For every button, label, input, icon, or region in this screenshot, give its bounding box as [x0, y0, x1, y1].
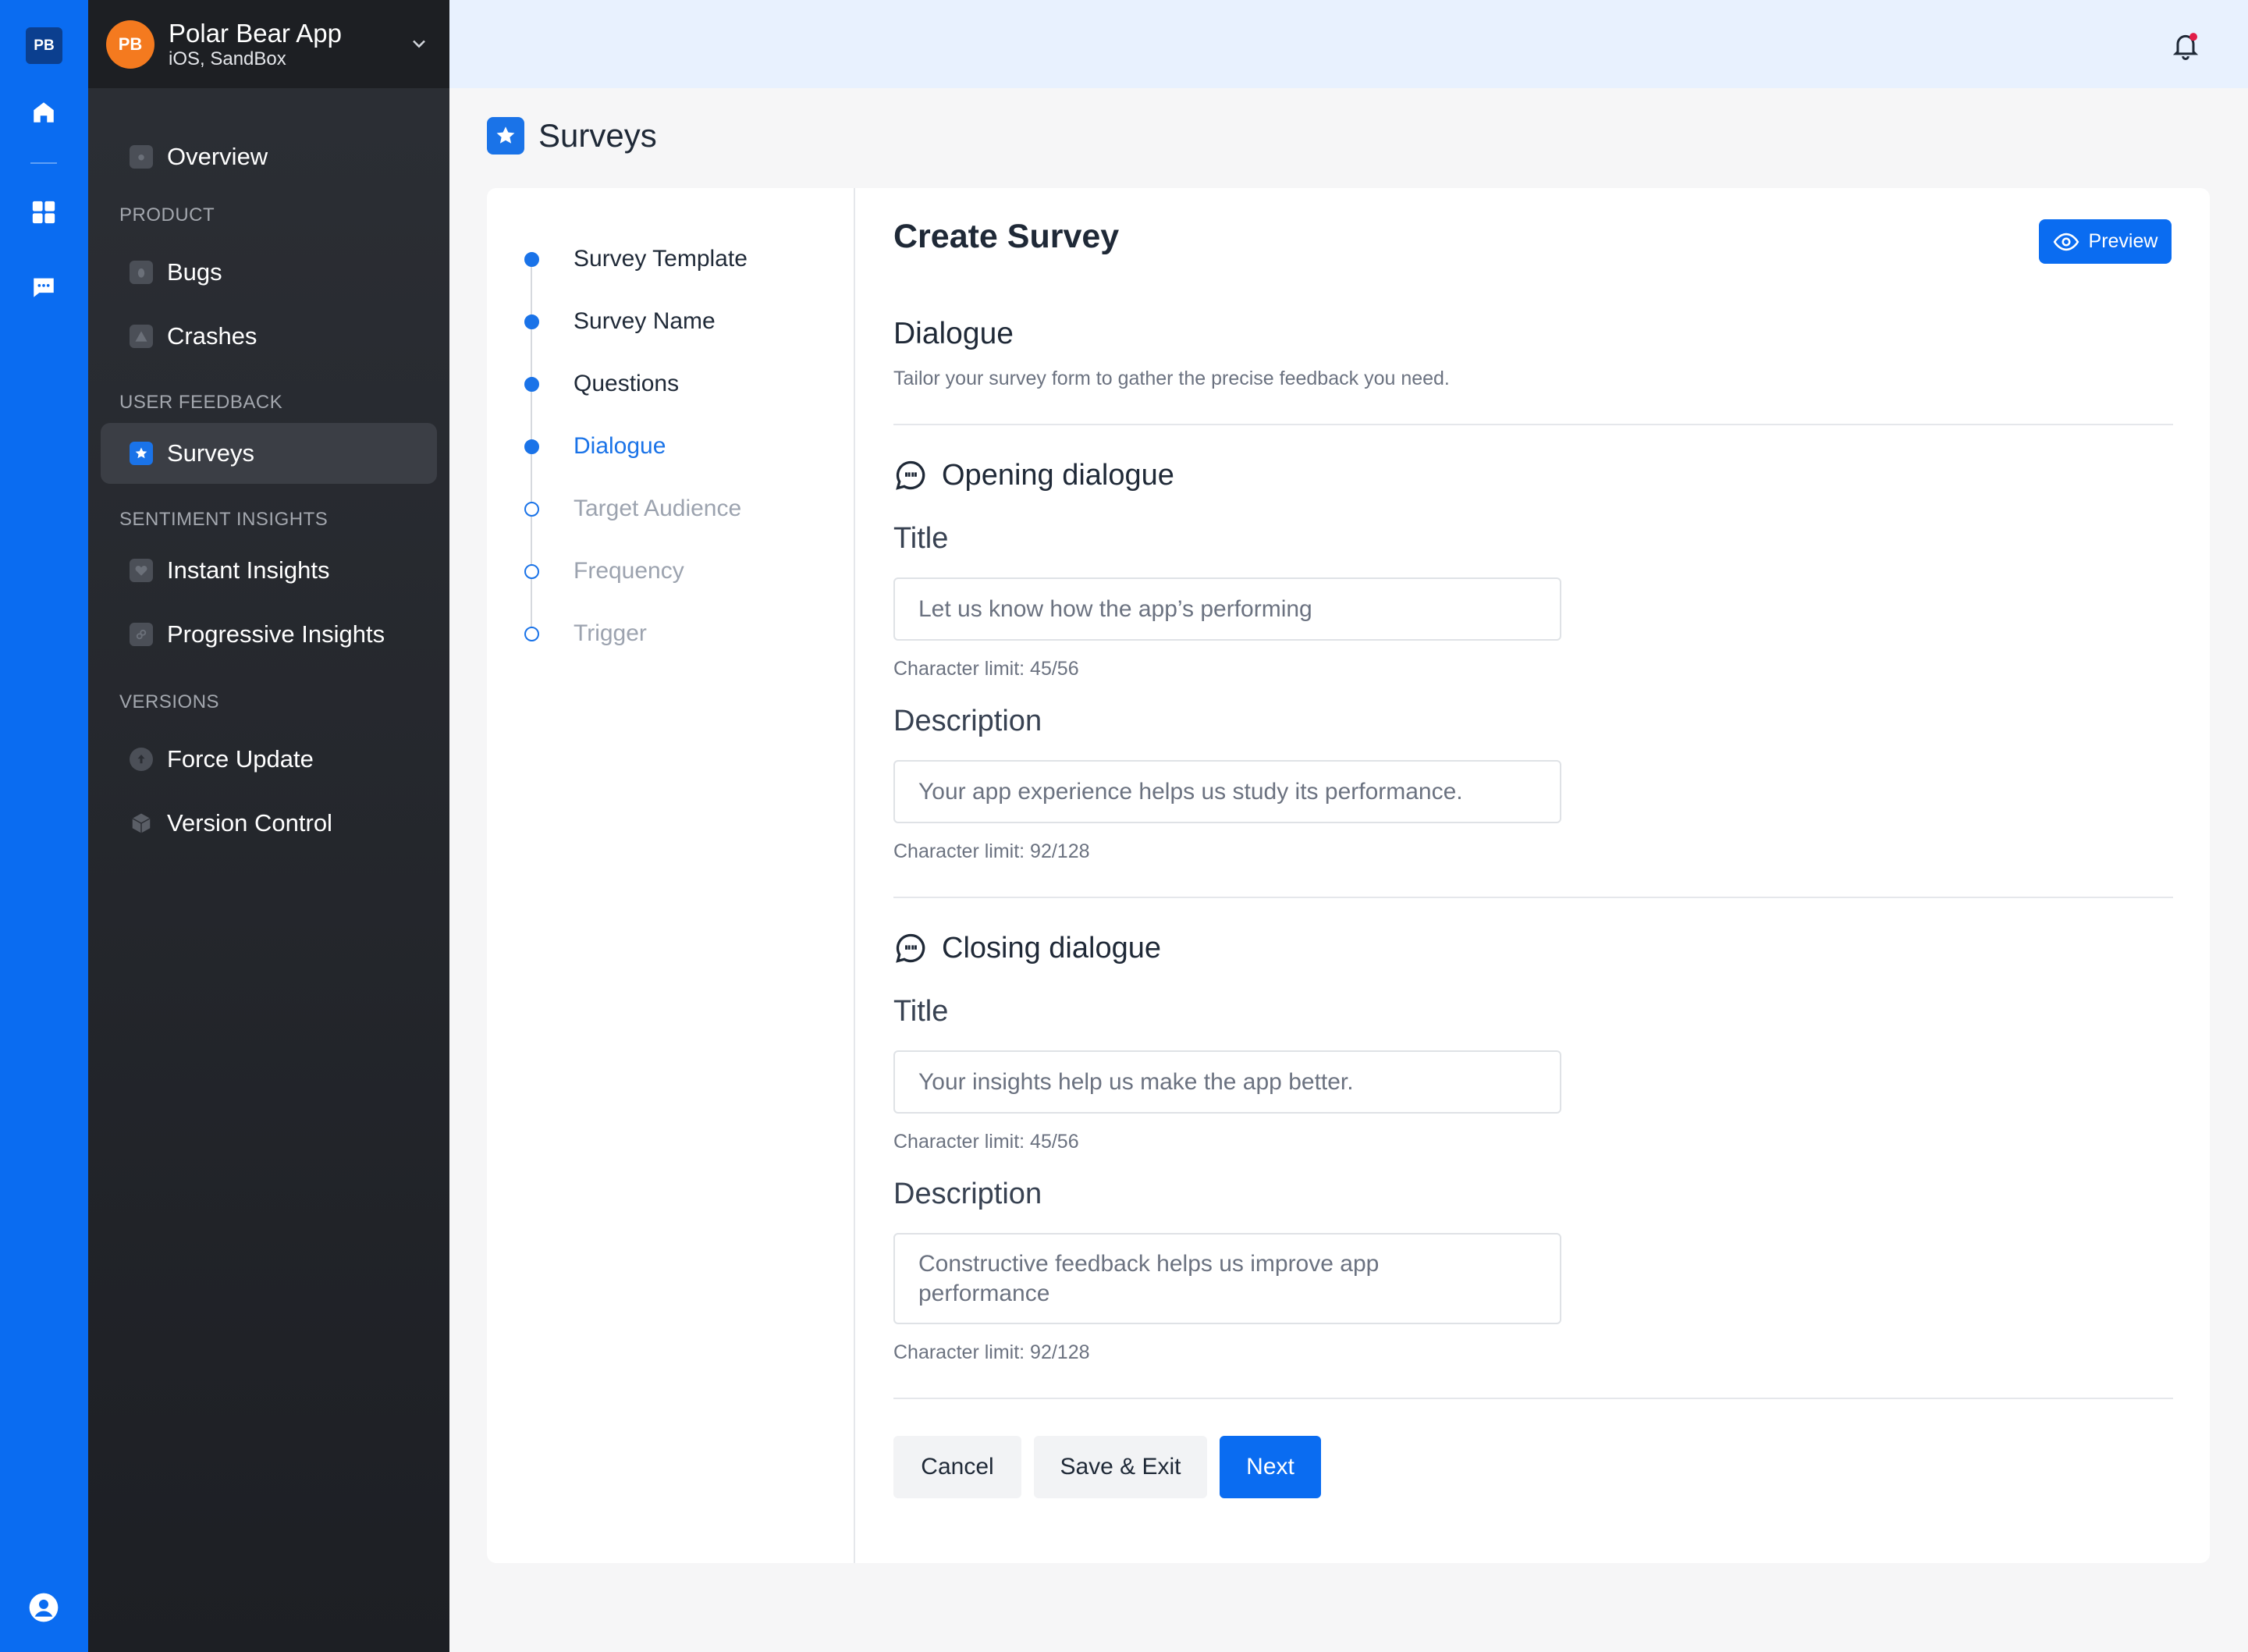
sidebar-item-progressive-insights[interactable]: Progressive Insights: [101, 604, 437, 665]
closing-title-label: Title: [893, 995, 949, 1028]
camera-icon: [130, 145, 153, 169]
sidebar-item-label: Instant Insights: [167, 556, 330, 584]
section-product: PRODUCT: [119, 204, 215, 226]
closing-dialogue-title: Closing dialogue: [942, 931, 1161, 965]
user-circle-icon[interactable]: [28, 1592, 59, 1623]
divider: [893, 1398, 2173, 1399]
preview-label: Preview: [2088, 230, 2158, 252]
star-icon: [487, 117, 524, 155]
opening-title-limit: Character limit: 45/56: [893, 658, 1079, 680]
step-trigger[interactable]: Trigger: [524, 620, 647, 647]
survey-card: Survey Template Survey Name Questions Di…: [487, 188, 2210, 1563]
opening-description-field[interactable]: Your app experience helps us study its p…: [893, 760, 1561, 823]
sidebar-item-instant-insights[interactable]: Instant Insights: [101, 540, 437, 601]
sidebar-item-version-control[interactable]: Version Control: [101, 793, 437, 854]
opening-title-field[interactable]: Let us know how the app’s performing: [893, 577, 1561, 641]
rail-divider: [30, 162, 57, 164]
step-label: Frequency: [574, 558, 684, 584]
workspace-logo[interactable]: PB: [26, 27, 62, 64]
section-subtitle: Tailor your survey form to gather the pr…: [893, 368, 1450, 389]
sidebar-item-label: Version Control: [167, 809, 332, 837]
app-name: Polar Bear App: [169, 19, 342, 48]
step-target-audience[interactable]: Target Audience: [524, 496, 741, 522]
sidebar-item-surveys[interactable]: Surveys: [101, 423, 437, 484]
closing-title-field[interactable]: Your insights help us make the app bette…: [893, 1050, 1561, 1114]
step-frequency[interactable]: Frequency: [524, 558, 684, 584]
opening-dialogue-header: Opening dialogue: [893, 458, 1174, 492]
step-survey-template[interactable]: Survey Template: [524, 246, 748, 272]
closing-dialogue-header: Closing dialogue: [893, 931, 1161, 965]
chat-icon[interactable]: [28, 272, 59, 303]
opening-description-limit: Character limit: 92/128: [893, 840, 1090, 862]
app-switcher[interactable]: PB Polar Bear App iOS, SandBox: [88, 0, 449, 88]
step-label: Dialogue: [574, 433, 666, 459]
step-dot: [524, 314, 539, 329]
divider: [893, 424, 2173, 425]
sidebar-item-label: Force Update: [167, 745, 314, 773]
eye-icon: [2053, 233, 2079, 250]
section-title: Dialogue: [893, 317, 1014, 350]
step-survey-name[interactable]: Survey Name: [524, 308, 716, 335]
closing-description-field[interactable]: Constructive feedback helps us improve a…: [893, 1233, 1561, 1324]
icon-rail: PB: [0, 0, 88, 1652]
section-user-feedback: USER FEEDBACK: [119, 392, 283, 413]
step-questions[interactable]: Questions: [524, 371, 679, 397]
step-dot: [524, 251, 539, 267]
divider: [893, 897, 2173, 898]
step-dot: [524, 626, 539, 641]
page-header: Surveys: [487, 117, 657, 155]
step-dot: [524, 501, 539, 517]
sidebar-item-label: Crashes: [167, 322, 257, 350]
sidebar-item-label: Overview: [167, 143, 268, 170]
bell-icon[interactable]: [2170, 30, 2201, 61]
opening-dialogue-title: Opening dialogue: [942, 458, 1174, 492]
upload-icon: [130, 748, 153, 771]
section-sentiment: SENTIMENT INSIGHTS: [119, 509, 328, 530]
preview-button[interactable]: Preview: [2039, 219, 2172, 264]
home-icon[interactable]: [28, 97, 59, 128]
step-label: Trigger: [574, 620, 647, 646]
step-dot: [524, 563, 539, 579]
star-icon: [130, 442, 153, 465]
page-title: Surveys: [538, 117, 657, 154]
stepper: Survey Template Survey Name Questions Di…: [487, 188, 855, 1563]
opening-title-label: Title: [893, 522, 949, 555]
sidebar-item-crashes[interactable]: Crashes: [101, 306, 437, 367]
bug-icon: [130, 261, 153, 284]
grid-icon[interactable]: [28, 197, 59, 228]
quote-bubble-icon: [896, 933, 925, 963]
opening-description-label: Description: [893, 705, 1042, 737]
sidebar-item-overview[interactable]: Overview: [101, 126, 437, 187]
avatar: PB: [106, 20, 154, 69]
cancel-button[interactable]: Cancel: [893, 1436, 1021, 1498]
closing-title-limit: Character limit: 45/56: [893, 1131, 1079, 1153]
step-label: Survey Name: [574, 308, 716, 334]
save-exit-button[interactable]: Save & Exit: [1034, 1436, 1207, 1498]
sidebar-item-bugs[interactable]: Bugs: [101, 242, 437, 303]
app-platform: iOS, SandBox: [169, 48, 286, 69]
top-bar: [449, 0, 2248, 88]
step-label: Target Audience: [574, 496, 742, 521]
step-dot: [524, 376, 539, 392]
next-button[interactable]: Next: [1220, 1436, 1321, 1498]
quote-bubble-icon: [896, 460, 925, 490]
step-label: Survey Template: [574, 246, 748, 272]
form-title: Create Survey: [893, 218, 1120, 255]
sidebar-item-label: Bugs: [167, 258, 222, 286]
box-icon: [130, 812, 153, 835]
step-label: Questions: [574, 371, 680, 396]
step-dot: [524, 439, 539, 454]
chevron-down-icon[interactable]: [408, 33, 430, 59]
sidebar-item-label: Surveys: [167, 439, 254, 467]
crash-icon: [130, 325, 153, 348]
closing-description-limit: Character limit: 92/128: [893, 1341, 1090, 1363]
step-dialogue[interactable]: Dialogue: [524, 433, 666, 460]
sidebar: PB Polar Bear App iOS, SandBox Overview …: [88, 0, 449, 1652]
section-versions: VERSIONS: [119, 691, 220, 712]
sidebar-item-label: Progressive Insights: [167, 620, 385, 648]
link-icon: [130, 623, 153, 646]
sidebar-item-force-update[interactable]: Force Update: [101, 729, 437, 790]
heart-icon: [130, 559, 153, 582]
closing-description-label: Description: [893, 1178, 1042, 1210]
